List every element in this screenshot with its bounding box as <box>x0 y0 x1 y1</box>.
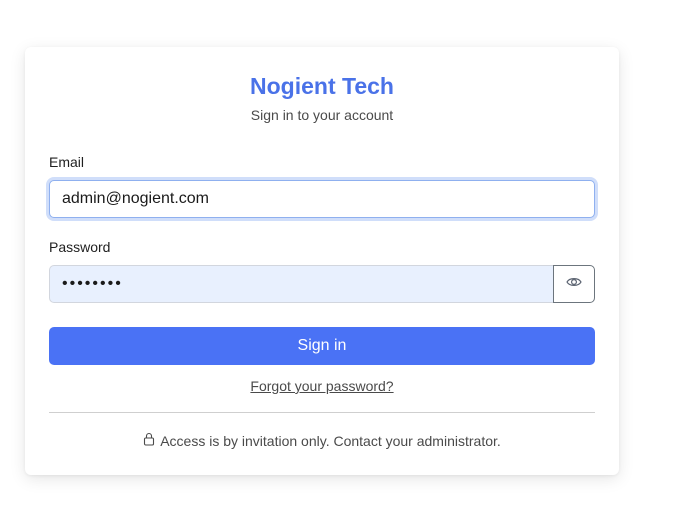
forgot-password-link[interactable]: Forgot your password? <box>250 378 393 394</box>
page-subtitle: Sign in to your account <box>250 107 394 123</box>
show-password-button[interactable] <box>553 265 595 303</box>
login-card: Nogient Tech Sign in to your account Ema… <box>25 47 619 475</box>
email-label: Email <box>49 154 85 170</box>
email-field[interactable] <box>49 180 595 218</box>
forgot-password-row: Forgot your password? <box>25 378 619 394</box>
sign-in-button[interactable]: Sign in <box>49 327 595 365</box>
password-label: Password <box>49 239 111 255</box>
notice-text: Access is by invitation only. Contact yo… <box>160 432 501 449</box>
invitation-notice: Access is by invitation only. Contact yo… <box>25 432 619 449</box>
eye-icon <box>566 274 582 295</box>
brand-title: Nogient Tech <box>250 73 394 99</box>
lock-icon <box>143 432 155 449</box>
divider <box>49 412 595 413</box>
password-group <box>49 265 595 303</box>
password-field[interactable] <box>49 265 553 303</box>
